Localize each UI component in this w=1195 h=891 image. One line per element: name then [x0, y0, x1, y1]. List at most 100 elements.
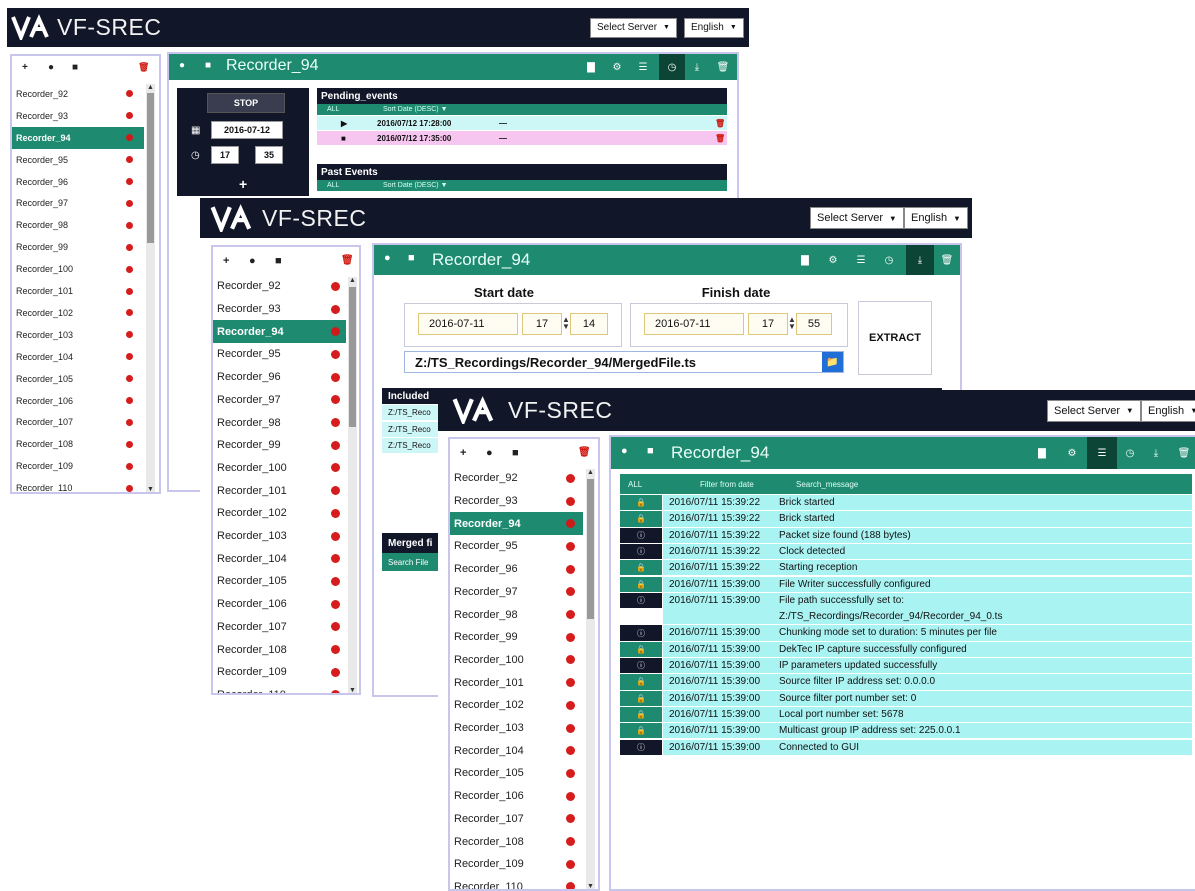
sidebar-item-recorder_92[interactable]: Recorder_92: [12, 83, 144, 105]
sidebar-item-recorder_93[interactable]: Recorder_93: [450, 490, 583, 513]
list-icon[interactable]: ☰: [1087, 437, 1117, 469]
filter-all[interactable]: ALL: [628, 480, 642, 489]
sidebar-item-recorder_104[interactable]: Recorder_104: [450, 739, 583, 762]
gear-icon[interactable]: ⚙: [607, 54, 627, 80]
sidebar-item-recorder_106[interactable]: Recorder_106: [12, 390, 144, 412]
sidebar-item-recorder_102[interactable]: Recorder_102: [450, 694, 583, 717]
sidebar-item-recorder_93[interactable]: Recorder_93: [213, 298, 346, 321]
trash-icon[interactable]: 🗑: [341, 255, 354, 266]
sidebar-item-recorder_109[interactable]: Recorder_109: [213, 661, 346, 684]
add-event-button[interactable]: +: [239, 176, 247, 192]
stop-icon[interactable]: ■: [72, 62, 78, 73]
sidebar-item-recorder_98[interactable]: Recorder_98: [213, 411, 346, 434]
sidebar-item-recorder_110[interactable]: Recorder_110: [450, 876, 583, 889]
trash-icon[interactable]: 🗑: [715, 119, 725, 128]
sidebar-item-recorder_96[interactable]: Recorder_96: [450, 558, 583, 581]
trash-icon[interactable]: 🗑: [138, 62, 149, 73]
chart-icon[interactable]: ▇: [581, 54, 601, 80]
add-icon[interactable]: +: [460, 447, 466, 459]
record-icon[interactable]: ●: [249, 255, 256, 267]
stop-icon[interactable]: ■: [275, 255, 282, 267]
sidebar-item-recorder_106[interactable]: Recorder_106: [450, 785, 583, 808]
sidebar-item-recorder_108[interactable]: Recorder_108: [213, 638, 346, 661]
sidebar-item-recorder_101[interactable]: Recorder_101: [450, 671, 583, 694]
sidebar-item-recorder_105[interactable]: Recorder_105: [213, 570, 346, 593]
extract-button[interactable]: EXTRACT: [858, 301, 932, 375]
schedule-minute-input[interactable]: 35: [255, 146, 283, 164]
list-icon[interactable]: ☰: [850, 245, 872, 275]
record-icon[interactable]: ●: [486, 447, 493, 459]
scroll-up-icon[interactable]: ▲: [146, 84, 155, 92]
sidebar-item-recorder_109[interactable]: Recorder_109: [450, 853, 583, 876]
sidebar-item-recorder_94[interactable]: Recorder_94: [12, 126, 144, 149]
log-row[interactable]: 🔒 2016/07/11 15:39:00 File Writer successf…: [620, 576, 1192, 592]
record-button[interactable]: ●: [621, 445, 628, 457]
search-message-input[interactable]: Search_message: [796, 480, 858, 489]
sidebar-item-recorder_107[interactable]: Recorder_107: [12, 412, 144, 434]
sidebar-item-recorder_92[interactable]: Recorder_92: [450, 467, 583, 490]
sidebar-item-recorder_105[interactable]: Recorder_105: [12, 368, 144, 390]
scroll-thumb[interactable]: [587, 479, 594, 619]
sidebar-item-recorder_106[interactable]: Recorder_106: [213, 593, 346, 616]
sidebar-item-recorder_102[interactable]: Recorder_102: [213, 502, 346, 525]
stop-icon[interactable]: ■: [512, 447, 519, 459]
scroll-thumb[interactable]: [147, 93, 154, 243]
log-row[interactable]: 🔒 2016/07/11 15:39:22 Brick started: [620, 511, 1192, 527]
finish-hour-input[interactable]: 17: [748, 313, 788, 335]
sidebar-item-recorder_95[interactable]: Recorder_95: [213, 343, 346, 366]
scrollbar[interactable]: ▲ ▼: [586, 469, 595, 889]
log-row[interactable]: 🔒 2016/07/11 15:39:00 Multicast group IP a…: [620, 723, 1192, 739]
sidebar-item-recorder_97[interactable]: Recorder_97: [450, 581, 583, 604]
filter-all[interactable]: ALL: [327, 182, 339, 189]
pending-event-row[interactable]: ▶ 2016/07/12 17:28:00 — 🗑: [317, 116, 727, 130]
log-row[interactable]: 🔒 2016/07/11 15:39:00 Local port number se…: [620, 706, 1192, 723]
sidebar-item-recorder_95[interactable]: Recorder_95: [12, 149, 144, 171]
gear-icon[interactable]: ⚙: [822, 245, 844, 275]
sidebar-item-recorder_98[interactable]: Recorder_98: [12, 214, 144, 236]
sidebar-item-recorder_99[interactable]: Recorder_99: [450, 626, 583, 649]
sidebar-item-recorder_101[interactable]: Recorder_101: [12, 280, 144, 302]
sidebar-item-recorder_104[interactable]: Recorder_104: [213, 547, 346, 570]
sidebar-item-recorder_105[interactable]: Recorder_105: [450, 762, 583, 785]
log-row[interactable]: 🔒 2016/07/11 15:39:00 DekTec IP capture su…: [620, 641, 1192, 657]
gear-icon[interactable]: ⚙: [1061, 437, 1083, 469]
language-select[interactable]: English ▼: [904, 207, 968, 229]
sort-select[interactable]: Sort Date (DESC) ▼: [383, 106, 448, 113]
sidebar-item-recorder_95[interactable]: Recorder_95: [450, 535, 583, 558]
start-hour-spinner[interactable]: ▲ ▼: [562, 316, 570, 331]
sidebar-item-recorder_110[interactable]: Recorder_110: [12, 477, 144, 492]
record-button[interactable]: ●: [384, 252, 391, 264]
log-row[interactable]: 🔒 2016/07/11 15:39:00 Source filter IP add…: [620, 674, 1192, 690]
stop-button[interactable]: ■: [647, 445, 654, 457]
sidebar-item-recorder_103[interactable]: Recorder_103: [12, 324, 144, 346]
log-row[interactable]: ⓘ 2016/07/11 15:39:00 File path successful…: [620, 592, 1192, 625]
filter-from-date-input[interactable]: Filter from date: [700, 480, 754, 489]
language-select[interactable]: English ▼: [1141, 399, 1195, 422]
scroll-down-icon[interactable]: ▼: [586, 883, 595, 889]
sidebar-item-recorder_94[interactable]: Recorder_94: [213, 320, 346, 344]
scroll-up-icon[interactable]: ▲: [586, 469, 595, 477]
trash-icon[interactable]: 🗑: [1173, 437, 1195, 469]
scrollbar[interactable]: ▲ ▼: [348, 277, 357, 693]
chart-icon[interactable]: ▇: [1031, 437, 1053, 469]
sidebar-item-recorder_97[interactable]: Recorder_97: [213, 389, 346, 412]
scroll-down-icon[interactable]: ▼: [348, 687, 357, 693]
record-button[interactable]: ●: [179, 60, 185, 71]
sidebar-item-recorder_99[interactable]: Recorder_99: [12, 236, 144, 258]
scroll-thumb[interactable]: [349, 287, 356, 427]
trash-icon[interactable]: 🗑: [713, 54, 733, 80]
stop-button[interactable]: ■: [408, 252, 415, 264]
download-icon[interactable]: ⤓: [687, 54, 707, 80]
sidebar-item-recorder_92[interactable]: Recorder_92: [213, 275, 346, 298]
sidebar-item-recorder_110[interactable]: Recorder_110: [213, 684, 346, 693]
log-row[interactable]: ⓘ 2016/07/11 15:39:00 IP parameters update…: [620, 658, 1192, 674]
finish-date-input[interactable]: 2016-07-11: [644, 313, 744, 335]
chart-icon[interactable]: ▇: [794, 245, 816, 275]
sidebar-item-recorder_98[interactable]: Recorder_98: [450, 603, 583, 626]
add-icon[interactable]: +: [223, 255, 229, 267]
clock-icon[interactable]: ◷: [1119, 437, 1141, 469]
sidebar-item-recorder_97[interactable]: Recorder_97: [12, 193, 144, 215]
clock-icon[interactable]: ◷: [878, 245, 900, 275]
sidebar-item-recorder_101[interactable]: Recorder_101: [213, 479, 346, 502]
log-row[interactable]: 🔒 2016/07/11 15:39:00 Source filter port n…: [620, 690, 1192, 706]
